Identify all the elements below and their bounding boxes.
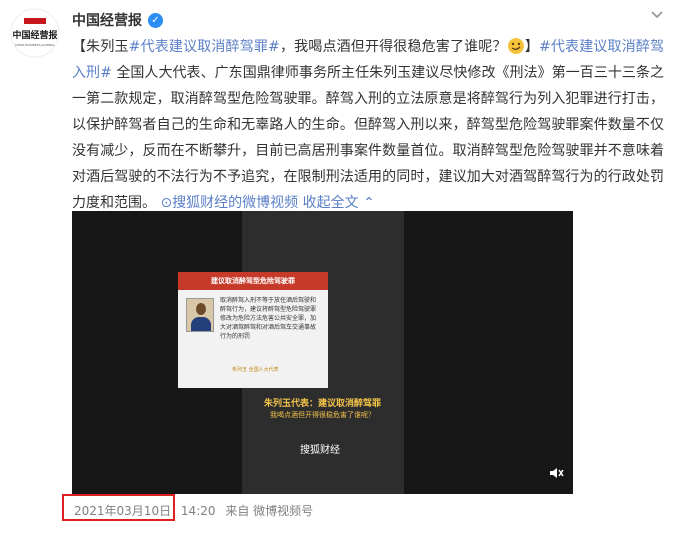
person-name: 朱列玉: [232, 367, 248, 373]
card-text: 取消醉驾入刑不等于放任酒后驾驶和醉驾行为，建议将醉驾型危险驾驶罪修改为危险方法危…: [220, 297, 317, 340]
date-highlight-box: [62, 494, 175, 521]
post-source[interactable]: 来自 微博视频号: [225, 504, 313, 518]
svg-text:中国经营报: 中国经营报: [12, 29, 57, 41]
collapse-label[interactable]: 收起全文: [303, 195, 359, 211]
author-name-text[interactable]: 中国经营报: [72, 10, 142, 30]
video-link[interactable]: ⊙搜狐财经的微博视频: [160, 195, 298, 211]
person-head-shape: [196, 303, 206, 315]
newspaper-logo-icon: 中国经营报 CHINA BUSINESS JOURNAL: [10, 8, 60, 58]
hashtag-link-1[interactable]: #代表建议取消醉驾罪#: [129, 39, 280, 55]
post-text: 【朱列玉#代表建议取消醉驾罪#，我喝点酒但开得很稳危害了谁呢？ 】#代表建议取消醉…: [72, 34, 664, 216]
account-avatar[interactable]: 中国经营报 CHINA BUSINESS JOURNAL: [10, 8, 60, 58]
volume-mute-icon[interactable]: [548, 465, 564, 481]
video-caption-title: 朱列玉代表：建议取消醉驾罪: [263, 399, 381, 409]
card-title: 建议取消醉驾型危险驾驶罪: [211, 277, 295, 285]
grin-emoji-icon: [507, 38, 524, 54]
video-watermark: 搜狐财经: [300, 445, 340, 456]
person-credit: 朱列玉 全国人大代表: [232, 366, 322, 374]
person-title: 全国人大代表: [248, 367, 279, 373]
person-photo: [186, 298, 214, 332]
collapse-link[interactable]: 收起全文 ⌃: [303, 195, 375, 211]
post-lead-open: 【朱列玉: [72, 39, 129, 55]
video-info-card: 建议取消醉驾型危险驾驶罪 取消醉驾入刑不等于放任酒后驾驶和醉驾行为，建议将醉驾型…: [178, 272, 328, 388]
verified-badge-icon: ✓: [148, 12, 163, 28]
svg-text:CHINA BUSINESS JOURNAL: CHINA BUSINESS JOURNAL: [15, 43, 55, 47]
post-lead-text: ，我喝点酒但开得很稳危害了谁呢？: [279, 39, 507, 55]
author-name[interactable]: 中国经营报 ✓: [72, 10, 163, 30]
chevron-down-icon[interactable]: [650, 10, 664, 20]
post-lead-close: 】: [524, 39, 539, 55]
video-caption-subtitle: 我喝点酒但开得很稳危害了谁呢？: [270, 411, 375, 419]
video-link-label[interactable]: 搜狐财经的微博视频: [172, 195, 298, 211]
post-body: 全国人大代表、广东国鼎律师事务所主任朱列玉建议尽快修改《刑法》第一百三十三条之一…: [72, 65, 664, 211]
post-time[interactable]: 14:20: [181, 504, 216, 518]
person-body-shape: [191, 317, 211, 331]
